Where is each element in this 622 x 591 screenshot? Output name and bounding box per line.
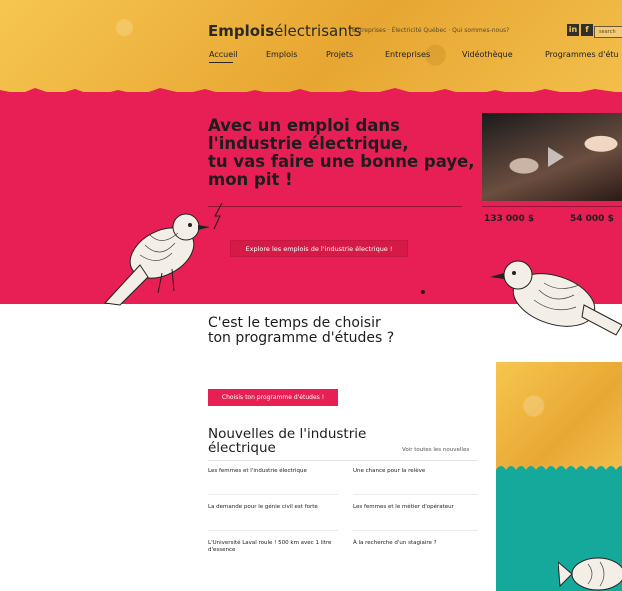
nav-videotheque[interactable]: Vidéothèque xyxy=(462,50,513,59)
header xyxy=(0,0,622,92)
video-player[interactable] xyxy=(482,113,622,201)
news-item-meta xyxy=(208,477,333,484)
explore-jobs-button[interactable]: Explore les emplois de l'industrie élect… xyxy=(230,240,408,257)
news-row-divider xyxy=(208,530,338,531)
hero-title: Avec un emploi dans l'industrie électriq… xyxy=(208,116,475,189)
news-row-divider xyxy=(208,494,338,495)
torn-edge xyxy=(0,88,622,104)
carousel-dot[interactable] xyxy=(421,290,425,294)
scalloped-edge xyxy=(496,466,622,480)
utility-links[interactable]: Entreprises · Électricité Québec · Qui s… xyxy=(352,27,509,34)
news-item[interactable]: Une chance pour la relève xyxy=(353,468,478,484)
facebook-icon[interactable]: f xyxy=(581,24,593,36)
linkedin-icon[interactable]: in xyxy=(567,24,579,36)
search-input[interactable]: search xyxy=(594,26,622,38)
news-item-meta xyxy=(353,513,478,520)
news-item-meta xyxy=(208,556,333,563)
nav-accueil[interactable]: Accueil xyxy=(209,50,238,59)
news-item-meta xyxy=(208,513,333,520)
nav-emplois[interactable]: Emplois xyxy=(266,50,297,59)
news-item[interactable]: L'Université Laval roule ! 500 km avec 1… xyxy=(208,540,333,563)
news-item-title[interactable]: Les femmes et le métier d'opérateur xyxy=(353,504,478,511)
news-item-title[interactable]: La demande pour le génie civil est forte xyxy=(208,504,333,511)
logo-bold: Emplois xyxy=(208,22,275,40)
play-icon[interactable] xyxy=(548,147,564,167)
nav-programmes[interactable]: Programmes d'étu xyxy=(545,50,619,59)
news-item-title[interactable]: L'Université Laval roule ! 500 km avec 1… xyxy=(208,540,333,554)
site-logo[interactable]: Emploisélectrisants xyxy=(208,22,361,40)
news-item-title[interactable]: À la recherche d'un stagiaire ? xyxy=(353,540,478,547)
news-item-meta xyxy=(353,477,478,484)
sparrow-illustration-right xyxy=(490,260,622,336)
page: Emploisélectrisants Entreprises · Électr… xyxy=(0,0,622,591)
see-all-news-link[interactable]: Voir toutes les nouvelles xyxy=(402,447,469,453)
stats-divider xyxy=(482,206,622,207)
news-item-meta xyxy=(353,549,478,556)
logo-light: électrisants xyxy=(274,22,362,40)
stat-value-2: 54 000 $ xyxy=(570,214,614,224)
decorative-panel xyxy=(496,362,622,591)
news-title: Nouvelles de l'industrie électrique xyxy=(208,426,367,456)
news-divider xyxy=(208,460,478,461)
gold-paper-texture xyxy=(496,362,622,472)
choose-program-button[interactable]: Choisis ton programme d'études ! xyxy=(208,389,338,406)
news-row-divider xyxy=(353,494,478,495)
hero-divider xyxy=(208,206,462,207)
news-item-title[interactable]: Les femmes et l'industrie électrique xyxy=(208,468,333,475)
news-item[interactable]: La demande pour le génie civil est forte xyxy=(208,504,333,520)
news-row-divider xyxy=(353,530,478,531)
news-item[interactable]: Les femmes et le métier d'opérateur xyxy=(353,504,478,520)
nav-entreprises[interactable]: Entreprises xyxy=(385,50,430,59)
sparrow-illustration-left xyxy=(103,213,210,306)
nav-projets[interactable]: Projets xyxy=(326,50,353,59)
news-item-title[interactable]: Une chance pour la relève xyxy=(353,468,478,475)
stat-value-1: 133 000 $ xyxy=(484,214,535,224)
fish-illustration xyxy=(558,557,622,591)
nav-active-underline xyxy=(209,62,233,63)
news-item[interactable]: Les femmes et l'industrie électrique xyxy=(208,468,333,484)
programs-title: C'est le temps de choisir ton programme … xyxy=(208,315,395,346)
news-item[interactable]: À la recherche d'un stagiaire ? xyxy=(353,540,478,556)
